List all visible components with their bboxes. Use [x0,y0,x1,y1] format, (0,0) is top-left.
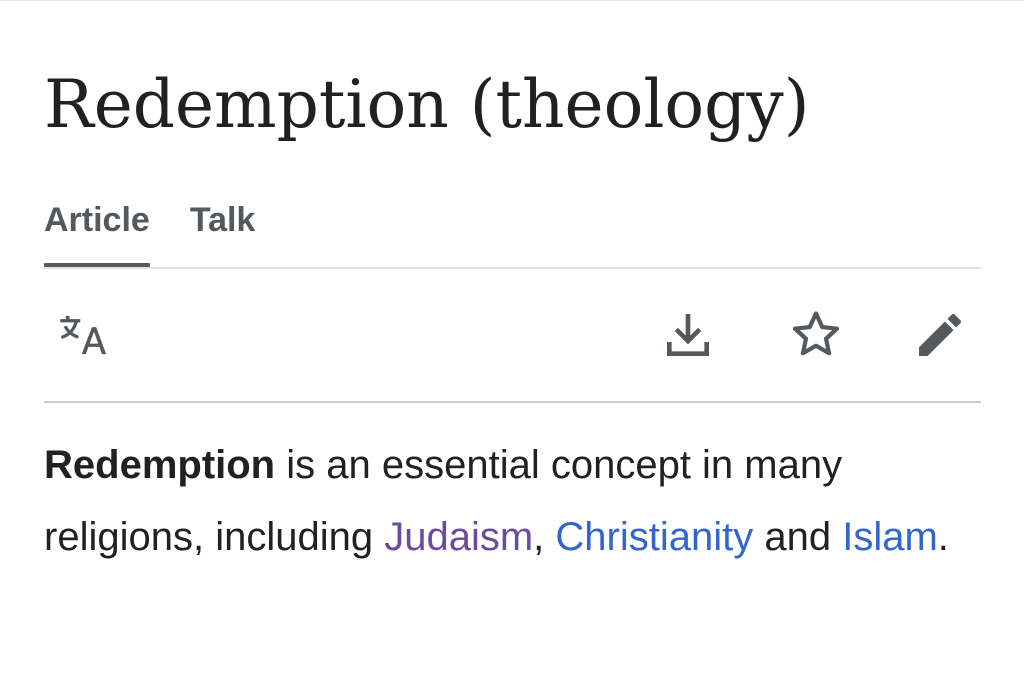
tab-talk[interactable]: Talk [190,197,256,267]
article-tabs: Article Talk [44,197,255,267]
language-icon[interactable] [56,307,112,363]
lead-text-separator: , [533,515,556,559]
link-judaism[interactable]: Judaism [384,515,533,559]
star-icon[interactable] [788,307,844,363]
link-islam[interactable]: Islam [842,515,938,559]
tabs-divider [44,267,981,269]
lead-text-end: . [937,515,949,559]
edit-pencil-icon[interactable] [912,307,968,363]
page-title: Redemption (theology) [44,66,810,143]
download-icon[interactable] [660,307,716,363]
lead-text-and: and [753,515,843,559]
link-christianity[interactable]: Christianity [555,515,753,559]
lead-bold-term: Redemption [44,443,276,487]
tab-article[interactable]: Article [44,197,150,267]
article-page: Redemption (theology) Article Talk Redem… [0,0,1024,689]
toolbar-divider [44,401,981,403]
article-lead-paragraph: Redemption is an essential concept in ma… [44,429,984,573]
